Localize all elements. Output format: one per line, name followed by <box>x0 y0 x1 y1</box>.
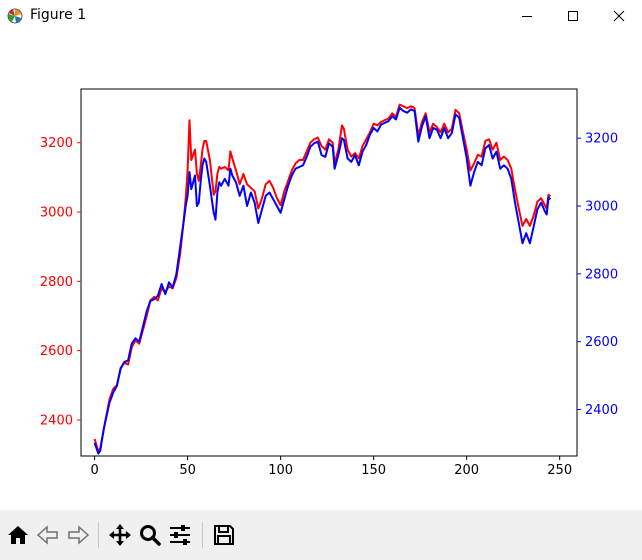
x-tick-label: 50 <box>179 463 196 478</box>
forward-arrow-icon <box>68 525 90 545</box>
left-y-tick-label: 3200 <box>40 136 73 151</box>
right-y-tick-label: 2400 <box>585 403 618 418</box>
zoom-button[interactable] <box>136 520 164 550</box>
right-y-tick-label: 2800 <box>585 267 618 282</box>
maximize-icon <box>568 11 578 21</box>
left-y-tick-label: 2800 <box>40 275 73 290</box>
zoom-icon <box>140 525 161 546</box>
window-title: Figure 1 <box>30 7 87 23</box>
back-button[interactable] <box>34 520 62 550</box>
minimize-button[interactable] <box>504 0 550 32</box>
pan-icon <box>109 524 131 546</box>
left-y-tick-label: 2600 <box>40 344 73 359</box>
minimize-icon <box>522 16 532 17</box>
matplotlib-logo-icon <box>7 8 23 24</box>
line-chart: 0 50 100 150 200 250 2400 2600 2800 3000 3200 2400 2… <box>40 88 618 478</box>
pan-button[interactable] <box>106 520 134 550</box>
maximize-button[interactable] <box>550 0 596 32</box>
figure-canvas[interactable]: 0 50 100 150 200 250 2400 2600 2800 3000 3200 2400 2… <box>0 32 642 510</box>
x-tick-label: 100 <box>268 463 293 478</box>
left-y-tick-label: 3000 <box>40 206 73 221</box>
toolbar-separator <box>98 522 99 548</box>
home-icon <box>8 526 28 544</box>
subplots-button[interactable] <box>166 520 194 550</box>
x-tick-label: 150 <box>361 463 386 478</box>
close-button[interactable] <box>596 0 642 32</box>
x-tick-label: 200 <box>454 463 479 478</box>
right-y-tick-label: 3200 <box>585 132 618 147</box>
x-tick-label: 250 <box>547 463 572 478</box>
series-line-right <box>93 106 552 455</box>
forward-button[interactable] <box>64 520 92 550</box>
close-icon <box>613 10 625 22</box>
save-icon <box>214 525 234 545</box>
back-arrow-icon <box>36 525 58 545</box>
left-y-tick-label: 2400 <box>40 413 73 428</box>
right-y-tick-label: 2600 <box>585 335 618 350</box>
x-tick-label: 0 <box>90 463 98 478</box>
navigation-toolbar <box>0 510 642 560</box>
save-button[interactable] <box>210 520 238 550</box>
subplots-icon <box>170 525 190 545</box>
right-y-tick-label: 3000 <box>585 200 618 215</box>
window-titlebar: Figure 1 <box>0 0 642 32</box>
toolbar-separator <box>202 522 203 548</box>
home-button[interactable] <box>4 520 32 550</box>
